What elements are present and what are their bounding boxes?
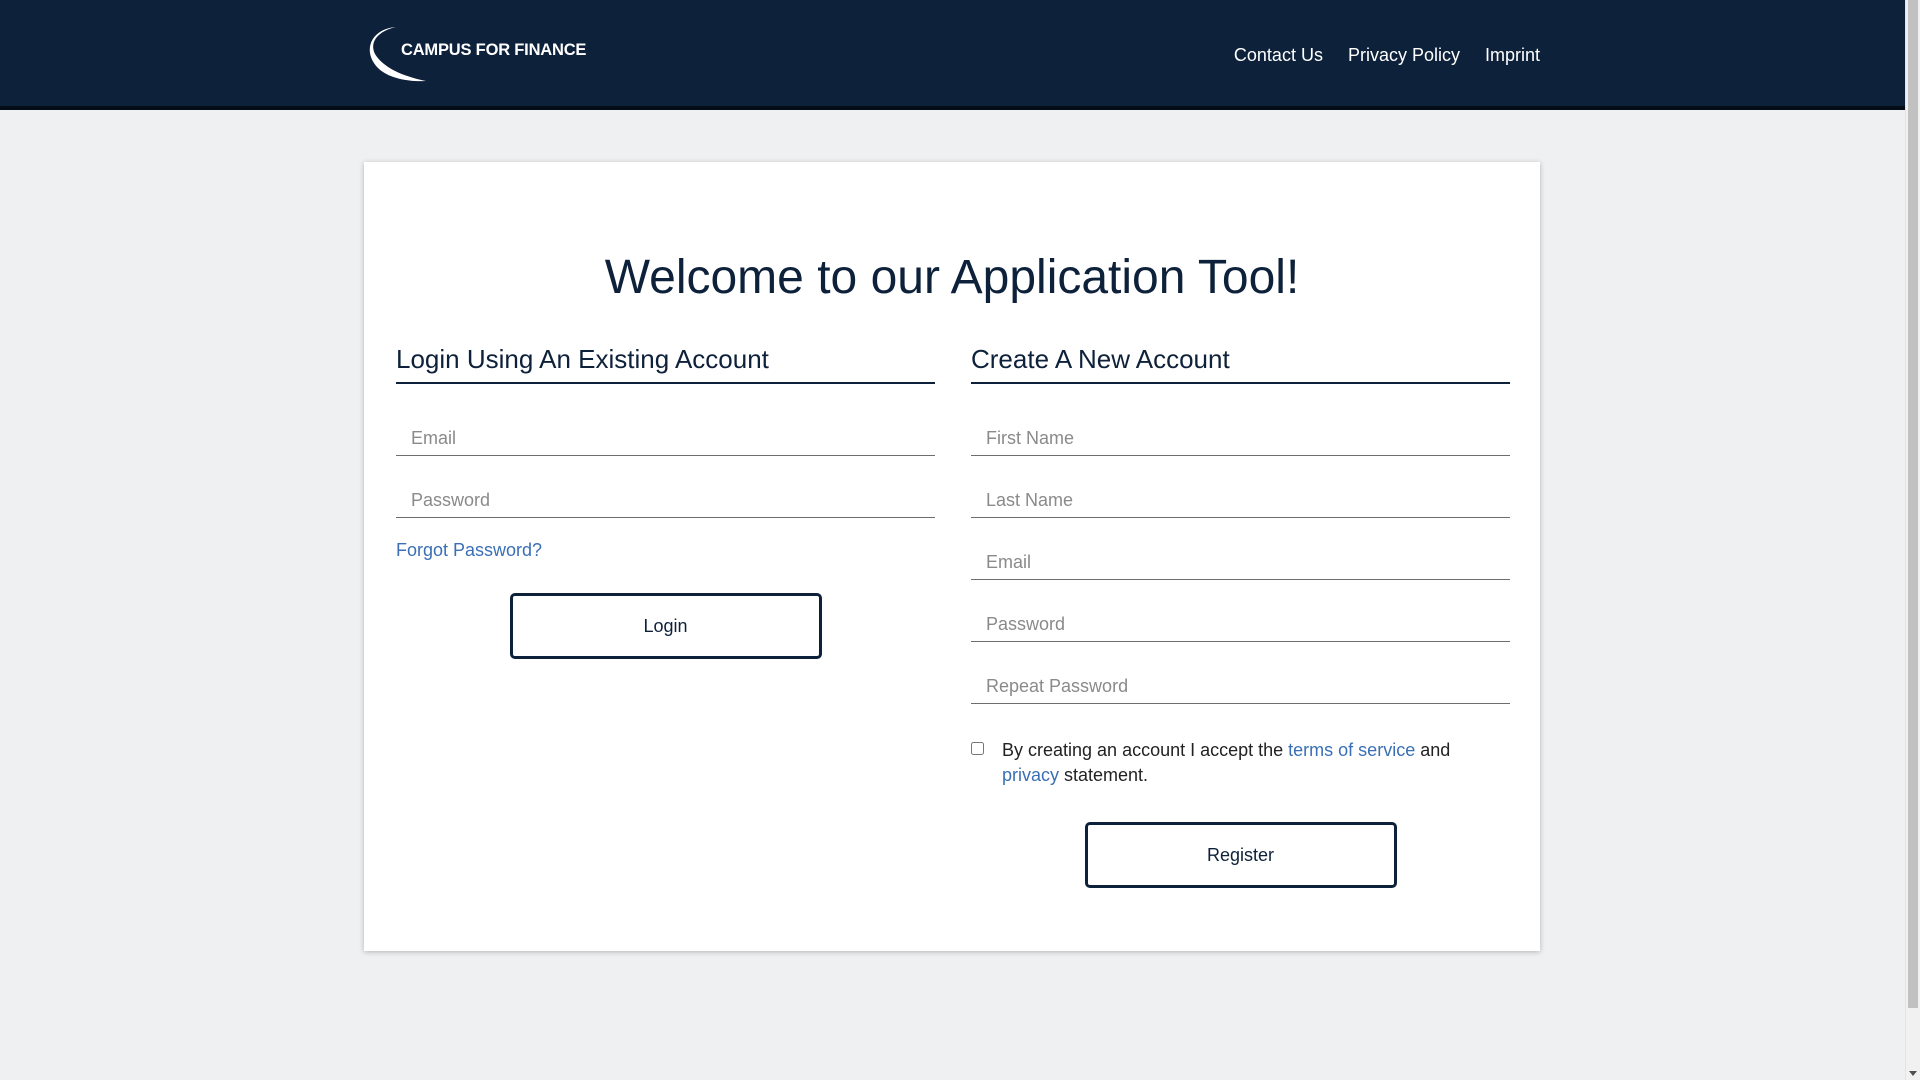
terms-checkbox[interactable]: [971, 742, 984, 755]
application-card: Welcome to our Application Tool! Login U…: [364, 162, 1540, 951]
scrollbar-thumb[interactable]: [1908, 0, 1918, 1008]
page: CAMPUS FOR FINANCE Contact Us Privacy Po…: [0, 0, 1905, 1080]
login-email-input[interactable]: [396, 408, 935, 456]
terms-text-suffix: statement.: [1059, 765, 1149, 785]
privacy-link[interactable]: privacy: [1002, 765, 1059, 785]
terms-of-service-link[interactable]: terms of service: [1288, 740, 1415, 760]
login-password-input[interactable]: [396, 470, 935, 518]
register-heading: Create A New Account: [971, 342, 1510, 384]
nav-link-privacy-policy[interactable]: Privacy Policy: [1348, 44, 1460, 66]
terms-agreement: By creating an account I accept the term…: [971, 738, 1510, 788]
terms-text-prefix: By creating an account I accept the: [1002, 740, 1289, 760]
repeat-password-input[interactable]: [971, 656, 1510, 704]
logo-text: CAMPUS FOR FINANCE: [401, 41, 587, 59]
scroll-down-arrow-icon[interactable]: [1909, 1071, 1917, 1076]
terms-text-middle: and: [1415, 740, 1451, 760]
login-button[interactable]: Login: [509, 593, 822, 659]
login-heading: Login Using An Existing Account: [396, 342, 935, 384]
page-title: Welcome to our Application Tool!: [604, 251, 1300, 304]
first-name-input[interactable]: [971, 408, 1510, 456]
register-section: Create A New Account By creating an acco…: [971, 342, 1510, 888]
campus-for-finance-logo[interactable]: CAMPUS FOR FINANCE: [364, 24, 594, 88]
vertical-scrollbar[interactable]: [1905, 0, 1920, 1080]
register-password-input[interactable]: [971, 594, 1510, 642]
login-section: Login Using An Existing Account Forgot P…: [396, 342, 935, 659]
forgot-password-link[interactable]: Forgot Password?: [396, 540, 935, 561]
register-button[interactable]: Register: [1084, 822, 1397, 888]
header-nav: Contact Us Privacy Policy Imprint: [1234, 44, 1540, 66]
last-name-input[interactable]: [971, 470, 1510, 518]
register-email-input[interactable]: [971, 532, 1510, 580]
top-navigation-bar: CAMPUS FOR FINANCE Contact Us Privacy Po…: [0, 0, 1905, 110]
nav-link-imprint[interactable]: Imprint: [1485, 44, 1540, 66]
nav-link-contact-us[interactable]: Contact Us: [1234, 44, 1323, 66]
